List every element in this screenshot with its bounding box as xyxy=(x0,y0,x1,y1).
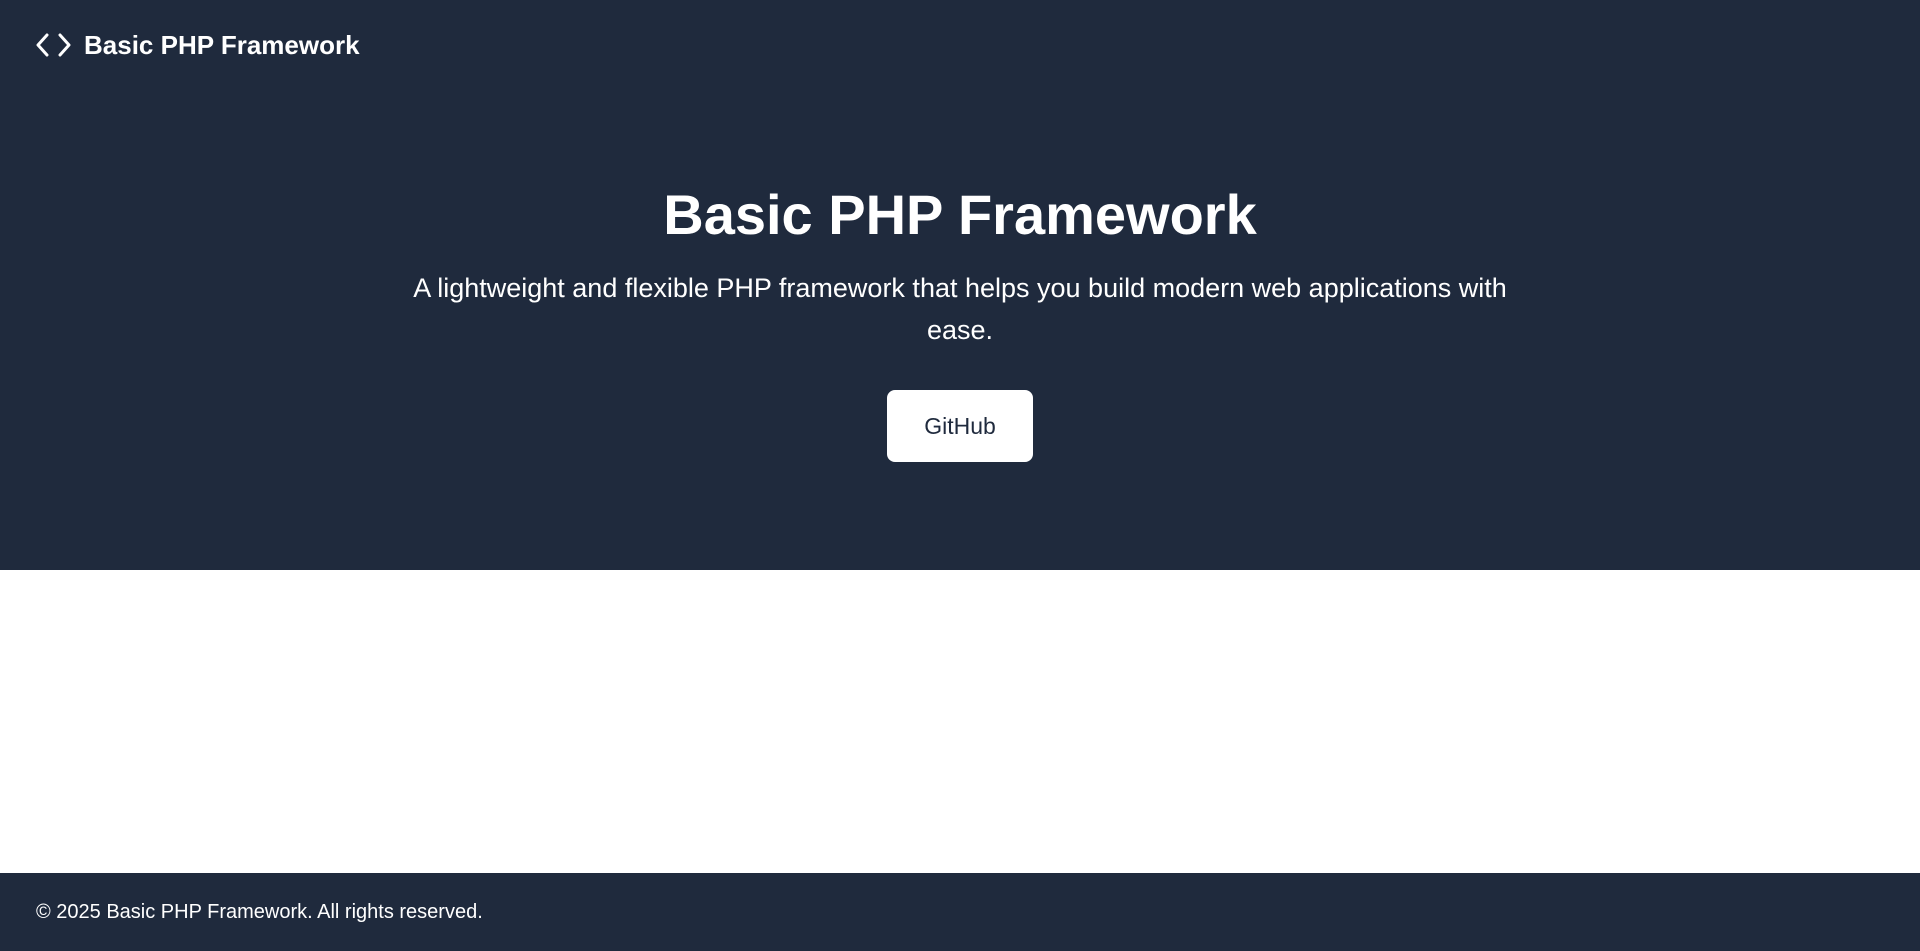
github-button[interactable]: GitHub xyxy=(887,390,1033,462)
hero-title: Basic PHP Framework xyxy=(663,183,1257,246)
hero-subtitle: A lightweight and flexible PHP framework… xyxy=(413,273,1507,345)
page: Basic PHP Framework Basic PHP Framework … xyxy=(0,0,1920,951)
copyright-text: © 2025 Basic PHP Framework. All rights r… xyxy=(36,900,483,923)
hero-section: Basic PHP Framework Basic PHP Framework … xyxy=(0,0,1920,570)
hero-content: Basic PHP Framework A lightweight and fl… xyxy=(0,0,1920,462)
footer: © 2025 Basic PHP Framework. All rights r… xyxy=(0,873,1920,951)
main-content xyxy=(0,570,1920,873)
